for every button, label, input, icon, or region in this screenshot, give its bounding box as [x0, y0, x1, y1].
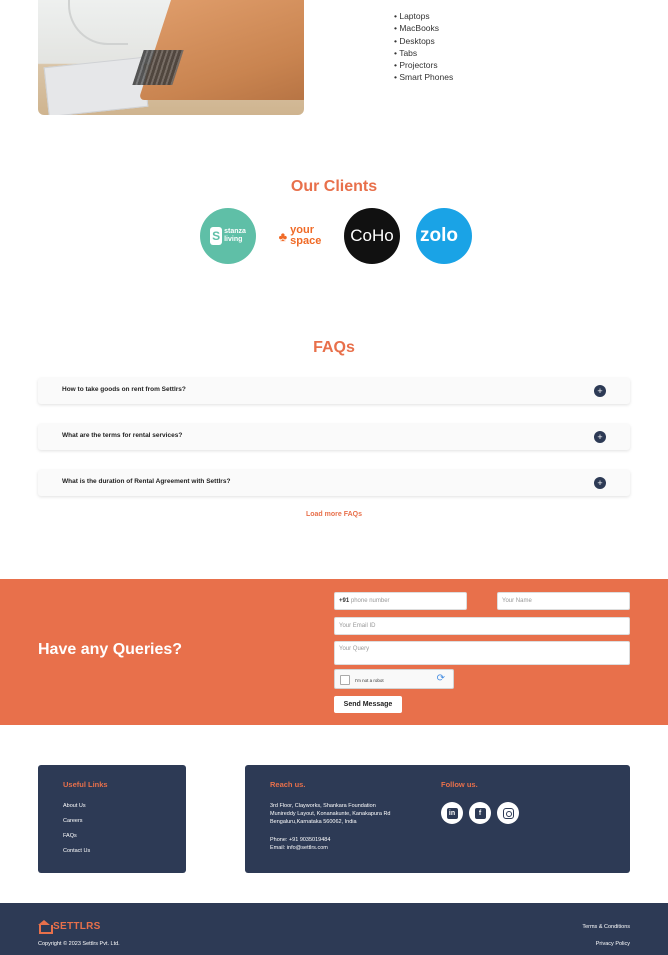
zolo-text: zolo: [420, 225, 458, 246]
chair-shape: [68, 0, 128, 45]
email-placeholder: Your Email ID: [339, 623, 376, 629]
reach-us-title: Reach us.: [270, 780, 306, 789]
linkedin-icon[interactable]: in: [441, 802, 463, 824]
clients-logos: S stanza living ♣ your space CoHo zolo: [200, 208, 472, 264]
address-line2: Munireddy Layout, Konanakunte, Kanakapur…: [270, 811, 391, 817]
recaptcha-label: I'm not a robot: [355, 678, 384, 683]
terms-link[interactable]: Terms & Conditions: [582, 924, 630, 930]
footer-link-faqs[interactable]: FAQs: [63, 833, 77, 839]
device-item: Projectors: [394, 59, 453, 71]
brand-logo[interactable]: SETTLRS: [38, 920, 101, 934]
privacy-link[interactable]: Privacy Policy: [596, 941, 630, 947]
faq-item[interactable]: How to take goods on rent from Settlrs? …: [38, 378, 630, 404]
phone-field[interactable]: +91 phone number: [334, 592, 467, 610]
device-item: Tabs: [394, 47, 453, 59]
plus-icon[interactable]: +: [594, 477, 606, 489]
faq-question: How to take goods on rent from Settlrs?: [62, 386, 186, 393]
send-message-button[interactable]: Send Message: [334, 696, 402, 713]
stanza-living-logo[interactable]: S stanza living: [200, 208, 256, 264]
your-space-text: your space: [290, 225, 321, 247]
laptop-desk-photo: [38, 0, 304, 115]
your-space-line2: space: [290, 235, 322, 247]
faq-item[interactable]: What are the terms for rental services? …: [38, 424, 630, 450]
facebook-glyph: f: [474, 807, 486, 819]
clients-title: Our Clients: [290, 178, 378, 195]
your-space-logo[interactable]: ♣ your space: [272, 208, 328, 264]
load-more-faqs-link[interactable]: Load more FAQs: [0, 511, 668, 518]
device-item: Desktops: [394, 35, 453, 47]
device-item: Laptops: [394, 10, 453, 22]
device-item: Smart Phones: [394, 71, 453, 83]
address-text: 3rd Floor, Clayworks, Shankara Foundatio…: [270, 802, 390, 826]
brand-name: SETTLRS: [53, 920, 101, 932]
name-placeholder: Your Name: [502, 598, 532, 604]
name-field[interactable]: Your Name: [497, 592, 630, 610]
queries-title: Have any Queries?: [38, 641, 183, 658]
email-field[interactable]: Your Email ID: [334, 617, 630, 635]
stanza-text: stanza living: [224, 228, 246, 244]
faq-item[interactable]: What is the duration of Rental Agreement…: [38, 470, 630, 496]
instagram-icon[interactable]: [497, 802, 519, 824]
plus-icon[interactable]: +: [594, 431, 606, 443]
recaptcha-checkbox[interactable]: [340, 675, 350, 685]
facebook-icon[interactable]: f: [469, 802, 491, 824]
email-text[interactable]: Email: info@settlrs.com: [270, 845, 328, 851]
address-line3: Bengaluru,Karnataka 560062, India: [270, 819, 357, 825]
footer-link-careers[interactable]: Careers: [63, 818, 83, 824]
footer-link-about-us[interactable]: About Us: [63, 803, 86, 809]
useful-links-card: Useful Links About Us Careers FAQs Conta…: [38, 765, 186, 873]
contact-text: Phone: +91 9035019484 Email: info@settlr…: [270, 836, 330, 852]
reach-us-card: Reach us. 3rd Floor, Clayworks, Shankara…: [245, 765, 630, 873]
phone-prefix: +91: [339, 598, 350, 604]
queries-section: Have any Queries? +91 phone number Your …: [0, 579, 668, 725]
faq-question: What are the terms for rental services?: [62, 432, 183, 439]
stanza-line2: living: [224, 236, 243, 243]
device-item: MacBooks: [394, 22, 453, 34]
recaptcha-widget: I'm not a robot ⟳: [334, 669, 454, 689]
address-line1: 3rd Floor, Clayworks, Shankara Foundatio…: [270, 803, 376, 809]
phone-placeholder: phone number: [350, 598, 390, 604]
phone-text[interactable]: Phone: +91 9035019484: [270, 837, 330, 843]
query-field[interactable]: Your Query: [334, 641, 630, 665]
your-space-mark-icon: ♣: [278, 228, 288, 244]
query-placeholder: Your Query: [339, 646, 370, 652]
zolo-logo[interactable]: zolo: [416, 208, 472, 264]
follow-us-title: Follow us.: [441, 780, 478, 789]
coho-text: CoHo: [350, 226, 394, 245]
copyright-text: Copyright © 2023 Settlrs Pvt. Ltd.: [38, 941, 120, 947]
bottom-bar: SETTLRS Copyright © 2023 Settlrs Pvt. Lt…: [0, 903, 668, 955]
useful-links-title: Useful Links: [63, 780, 108, 789]
recaptcha-icon: ⟳: [436, 673, 445, 684]
coho-logo[interactable]: CoHo: [344, 208, 400, 264]
home-logo-icon: [38, 920, 53, 934]
stanza-line1: stanza: [224, 228, 246, 235]
footer-link-contact-us[interactable]: Contact Us: [63, 848, 90, 854]
device-list: Laptops MacBooks Desktops Tabs Projector…: [394, 10, 453, 84]
notebook-shape: [43, 56, 149, 115]
faq-question: What is the duration of Rental Agreement…: [62, 478, 231, 485]
instagram-glyph: [502, 807, 514, 819]
linkedin-glyph: in: [446, 807, 458, 819]
stanza-mark-icon: S: [210, 227, 223, 245]
plus-icon[interactable]: +: [594, 385, 606, 397]
faqs-title: FAQs: [313, 339, 355, 356]
